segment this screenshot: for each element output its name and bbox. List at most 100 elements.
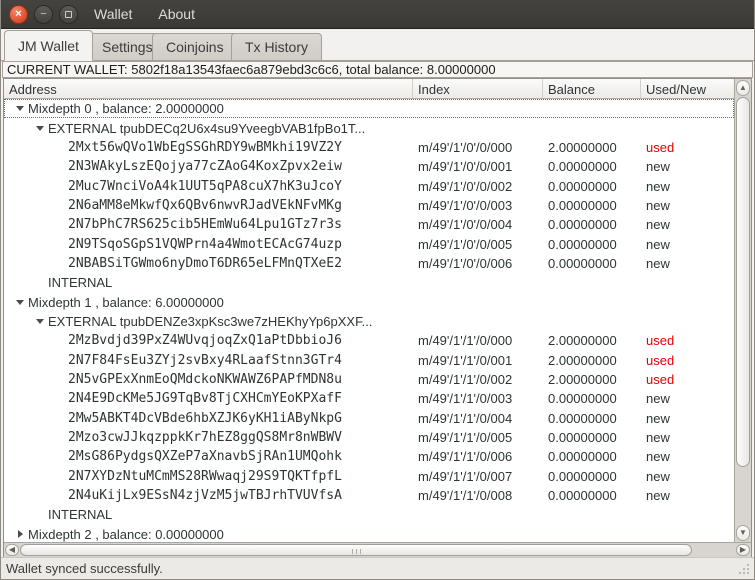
column-header-balance[interactable]: Balance — [543, 79, 641, 98]
status-cell: new — [646, 449, 670, 465]
horizontal-scrollbar[interactable]: ◀ ▶ — [4, 542, 751, 557]
address-text: 2Muc7WnciVoA4k1UUT5qPA8cuX7hK3uJcoY — [68, 178, 342, 194]
current-wallet-banner: CURRENT WALLET: 5802f18a13543faec6a879eb… — [2, 61, 753, 78]
address-cell: 2N4E9DcKMe5JG9TqBv8TjCXHCmYEoKPXafF — [4, 391, 413, 406]
index-cell: m/49'/1'/1'/0/004 — [418, 410, 513, 426]
status-cell: new — [646, 255, 670, 271]
table-row[interactable]: EXTERNAL tpubDECq2U6x4su9YveegbVAB1fpBo1… — [4, 118, 734, 137]
index-cell: m/49'/1'/0'/0/000 — [418, 139, 513, 155]
close-icon[interactable]: × — [9, 4, 28, 24]
status-cell: new — [646, 391, 670, 407]
address-text: 2MsG86PydgsQXZeP7aXnavbSjRAn1UMQohk — [68, 449, 342, 465]
scroll-right-icon[interactable]: ▶ — [736, 544, 750, 556]
status-cell: used — [646, 333, 675, 349]
table-row[interactable]: Mixdepth 1 , balance: 6.00000000 — [4, 292, 734, 311]
table-row[interactable]: 2N7XYDzNtuMCmMS28RWwaqj29S9TQKTfpfL m/49… — [4, 467, 734, 486]
index-cell: m/49'/1'/1'/0/001 — [418, 352, 513, 368]
expander-icon[interactable] — [12, 530, 28, 539]
resize-grip[interactable] — [738, 563, 750, 575]
balance-cell: 0.00000000 — [548, 197, 617, 213]
index-cell: m/49'/1'/0'/0/005 — [418, 236, 513, 252]
address-text: 2Mzo3cwJJkqzppkKr7hEZ8ggQS8Mr8nWBWV — [68, 430, 342, 446]
table-row[interactable]: 2Mw5ABKT4DcVBde6hbXZJK6yKH1iAByNkpG m/49… — [4, 409, 734, 428]
address-cell: Mixdepth 0 , balance: 2.00000000 — [4, 101, 413, 116]
index-cell: m/49'/1'/0'/0/002 — [418, 178, 513, 194]
address-cell: 2N3WAkyLszEQojya77cZAoG4KoxZpvx2eiw — [4, 159, 413, 174]
column-header-used-new[interactable]: Used/New — [641, 79, 734, 98]
table-row[interactable]: 2Muc7WnciVoA4k1UUT5qPA8cuX7hK3uJcoY m/49… — [4, 176, 734, 195]
address-text: 2N4uKijLx9ESsN4zjVzM5jwTBJrhTVUVfsA — [68, 488, 342, 504]
table-row[interactable]: Mixdepth 2 , balance: 0.00000000 — [4, 525, 734, 542]
table-row[interactable]: Mixdepth 0 , balance: 2.00000000 — [4, 99, 734, 119]
column-header-address[interactable]: Address — [4, 79, 413, 98]
table-row[interactable]: 2Mxt56wQVo1WbEgSSGhRDY9wBMkhi19VZ2Y m/49… — [4, 138, 734, 157]
balance-cell: 0.00000000 — [548, 178, 617, 194]
status-cell: used — [646, 352, 675, 368]
table-row[interactable]: EXTERNAL tpubDENZe3xpKsc3we7zHEKhyYp6pXX… — [4, 312, 734, 331]
status-cell: new — [646, 197, 670, 213]
status-cell: new — [646, 488, 670, 504]
table-row[interactable]: 2N4E9DcKMe5JG9TqBv8TjCXHCmYEoKPXafF m/49… — [4, 389, 734, 408]
address-text: INTERNAL — [48, 275, 113, 291]
expander-icon[interactable] — [32, 125, 48, 131]
address-cell: EXTERNAL tpubDENZe3xpKsc3we7zHEKhyYp6pXX… — [4, 314, 413, 329]
horizontal-scrollbar-thumb[interactable] — [20, 544, 692, 556]
index-cell: m/49'/1'/0'/0/003 — [418, 197, 513, 213]
status-cell: used — [646, 371, 675, 387]
scroll-up-icon[interactable]: ▲ — [736, 80, 750, 96]
table-row[interactable]: 2N4uKijLx9ESsN4zjVzM5jwTBJrhTVUVfsA m/49… — [4, 486, 734, 505]
tab-coinjoins[interactable]: Coinjoins — [152, 33, 238, 60]
balance-cell: 0.00000000 — [548, 236, 617, 252]
address-cell: 2N5vGPExXnmEoQMdckoNKWAWZ6PAPfMDN8u — [4, 372, 413, 387]
tab-jm-wallet[interactable]: JM Wallet — [4, 30, 93, 61]
table-row[interactable]: INTERNAL — [4, 273, 734, 292]
scroll-left-icon[interactable]: ◀ — [5, 544, 19, 556]
status-cell: new — [646, 430, 670, 446]
maximize-icon[interactable] — [59, 4, 78, 24]
table-row[interactable]: 2N3WAkyLszEQojya77cZAoG4KoxZpvx2eiw m/49… — [4, 157, 734, 176]
address-text: 2Mw5ABKT4DcVBde6hbXZJK6yKH1iAByNkpG — [68, 410, 342, 426]
menu-item-wallet[interactable]: Wallet — [92, 4, 134, 24]
address-cell: 2N7XYDzNtuMCmMS28RWwaqj29S9TQKTfpfL — [4, 469, 413, 484]
address-cell: 2Mzo3cwJJkqzppkKr7hEZ8ggQS8Mr8nWBWV — [4, 430, 413, 445]
balance-cell: 0.00000000 — [548, 488, 617, 504]
status-text: Wallet synced successfully. — [6, 561, 163, 576]
table-row[interactable]: 2NBABSiTGWmo6nyDmoT6DR65eLFMnQTXeE2 m/49… — [4, 254, 734, 273]
table-row[interactable]: 2MsG86PydgsQXZeP7aXnavbSjRAn1UMQohk m/49… — [4, 447, 734, 466]
address-text: 2N3WAkyLszEQojya77cZAoG4KoxZpvx2eiw — [68, 159, 342, 175]
address-cell: EXTERNAL tpubDECq2U6x4su9YveegbVAB1fpBo1… — [4, 121, 413, 136]
expander-icon[interactable] — [32, 318, 48, 324]
wallet-tree: Address Index Balance Used/New Mixdepth … — [3, 78, 752, 558]
table-row[interactable]: 2N5vGPExXnmEoQMdckoNKWAWZ6PAPfMDN8u m/49… — [4, 370, 734, 389]
address-cell: 2MzBvdjd39PxZ4WUvqjoqZxQ1aPtDbbioJ6 — [4, 333, 413, 348]
address-cell: 2N7bPhC7RS625cib5HEmWu64Lpu1GTz7r3s — [4, 217, 413, 232]
menu-item-about[interactable]: About — [156, 4, 197, 24]
table-row[interactable]: INTERNAL — [4, 505, 734, 524]
balance-cell: 0.00000000 — [548, 391, 617, 407]
table-row[interactable]: 2MzBvdjd39PxZ4WUvqjoqZxQ1aPtDbbioJ6 m/49… — [4, 331, 734, 350]
index-cell: m/49'/1'/0'/0/006 — [418, 255, 513, 271]
vertical-scrollbar-thumb[interactable] — [736, 97, 750, 467]
address-text: 2Mxt56wQVo1WbEgSSGhRDY9wBMkhi19VZ2Y — [68, 139, 342, 155]
table-row[interactable]: 2N9TSqoSGpS1VQWPrn4a4WmotECAcG74uzp m/49… — [4, 234, 734, 253]
vertical-scrollbar[interactable]: ▲ ▼ — [734, 79, 751, 542]
tree-rows: Mixdepth 0 , balance: 2.00000000 EXTERNA… — [4, 99, 734, 542]
table-row[interactable]: 2Mzo3cwJJkqzppkKr7hEZ8ggQS8Mr8nWBWV m/49… — [4, 428, 734, 447]
balance-cell: 2.00000000 — [548, 352, 617, 368]
index-cell: m/49'/1'/1'/0/008 — [418, 488, 513, 504]
balance-cell: 2.00000000 — [548, 371, 617, 387]
address-text: Mixdepth 2 , balance: 0.00000000 — [28, 526, 224, 542]
table-row[interactable]: 2N7bPhC7RS625cib5HEmWu64Lpu1GTz7r3s m/49… — [4, 215, 734, 234]
address-text: 2N9TSqoSGpS1VQWPrn4a4WmotECAcG74uzp — [68, 236, 342, 252]
column-header-index[interactable]: Index — [413, 79, 543, 98]
address-cell: 2N7F84FsEu3ZYj2svBxy4RLaafStnn3GTr4 — [4, 353, 413, 368]
table-row[interactable]: 2N6aMM8eMkwfQx6QBv6nwvRJadVEkNFvMKg m/49… — [4, 196, 734, 215]
expander-icon[interactable] — [12, 299, 28, 305]
status-cell: new — [646, 236, 670, 252]
scroll-down-icon[interactable]: ▼ — [736, 525, 750, 541]
table-row[interactable]: 2N7F84FsEu3ZYj2svBxy4RLaafStnn3GTr4 m/49… — [4, 350, 734, 369]
tab-tx-history[interactable]: Tx History — [231, 33, 322, 60]
expander-icon[interactable] — [12, 106, 28, 112]
maximize-square — [65, 10, 72, 18]
minimize-icon[interactable]: − — [34, 4, 53, 24]
